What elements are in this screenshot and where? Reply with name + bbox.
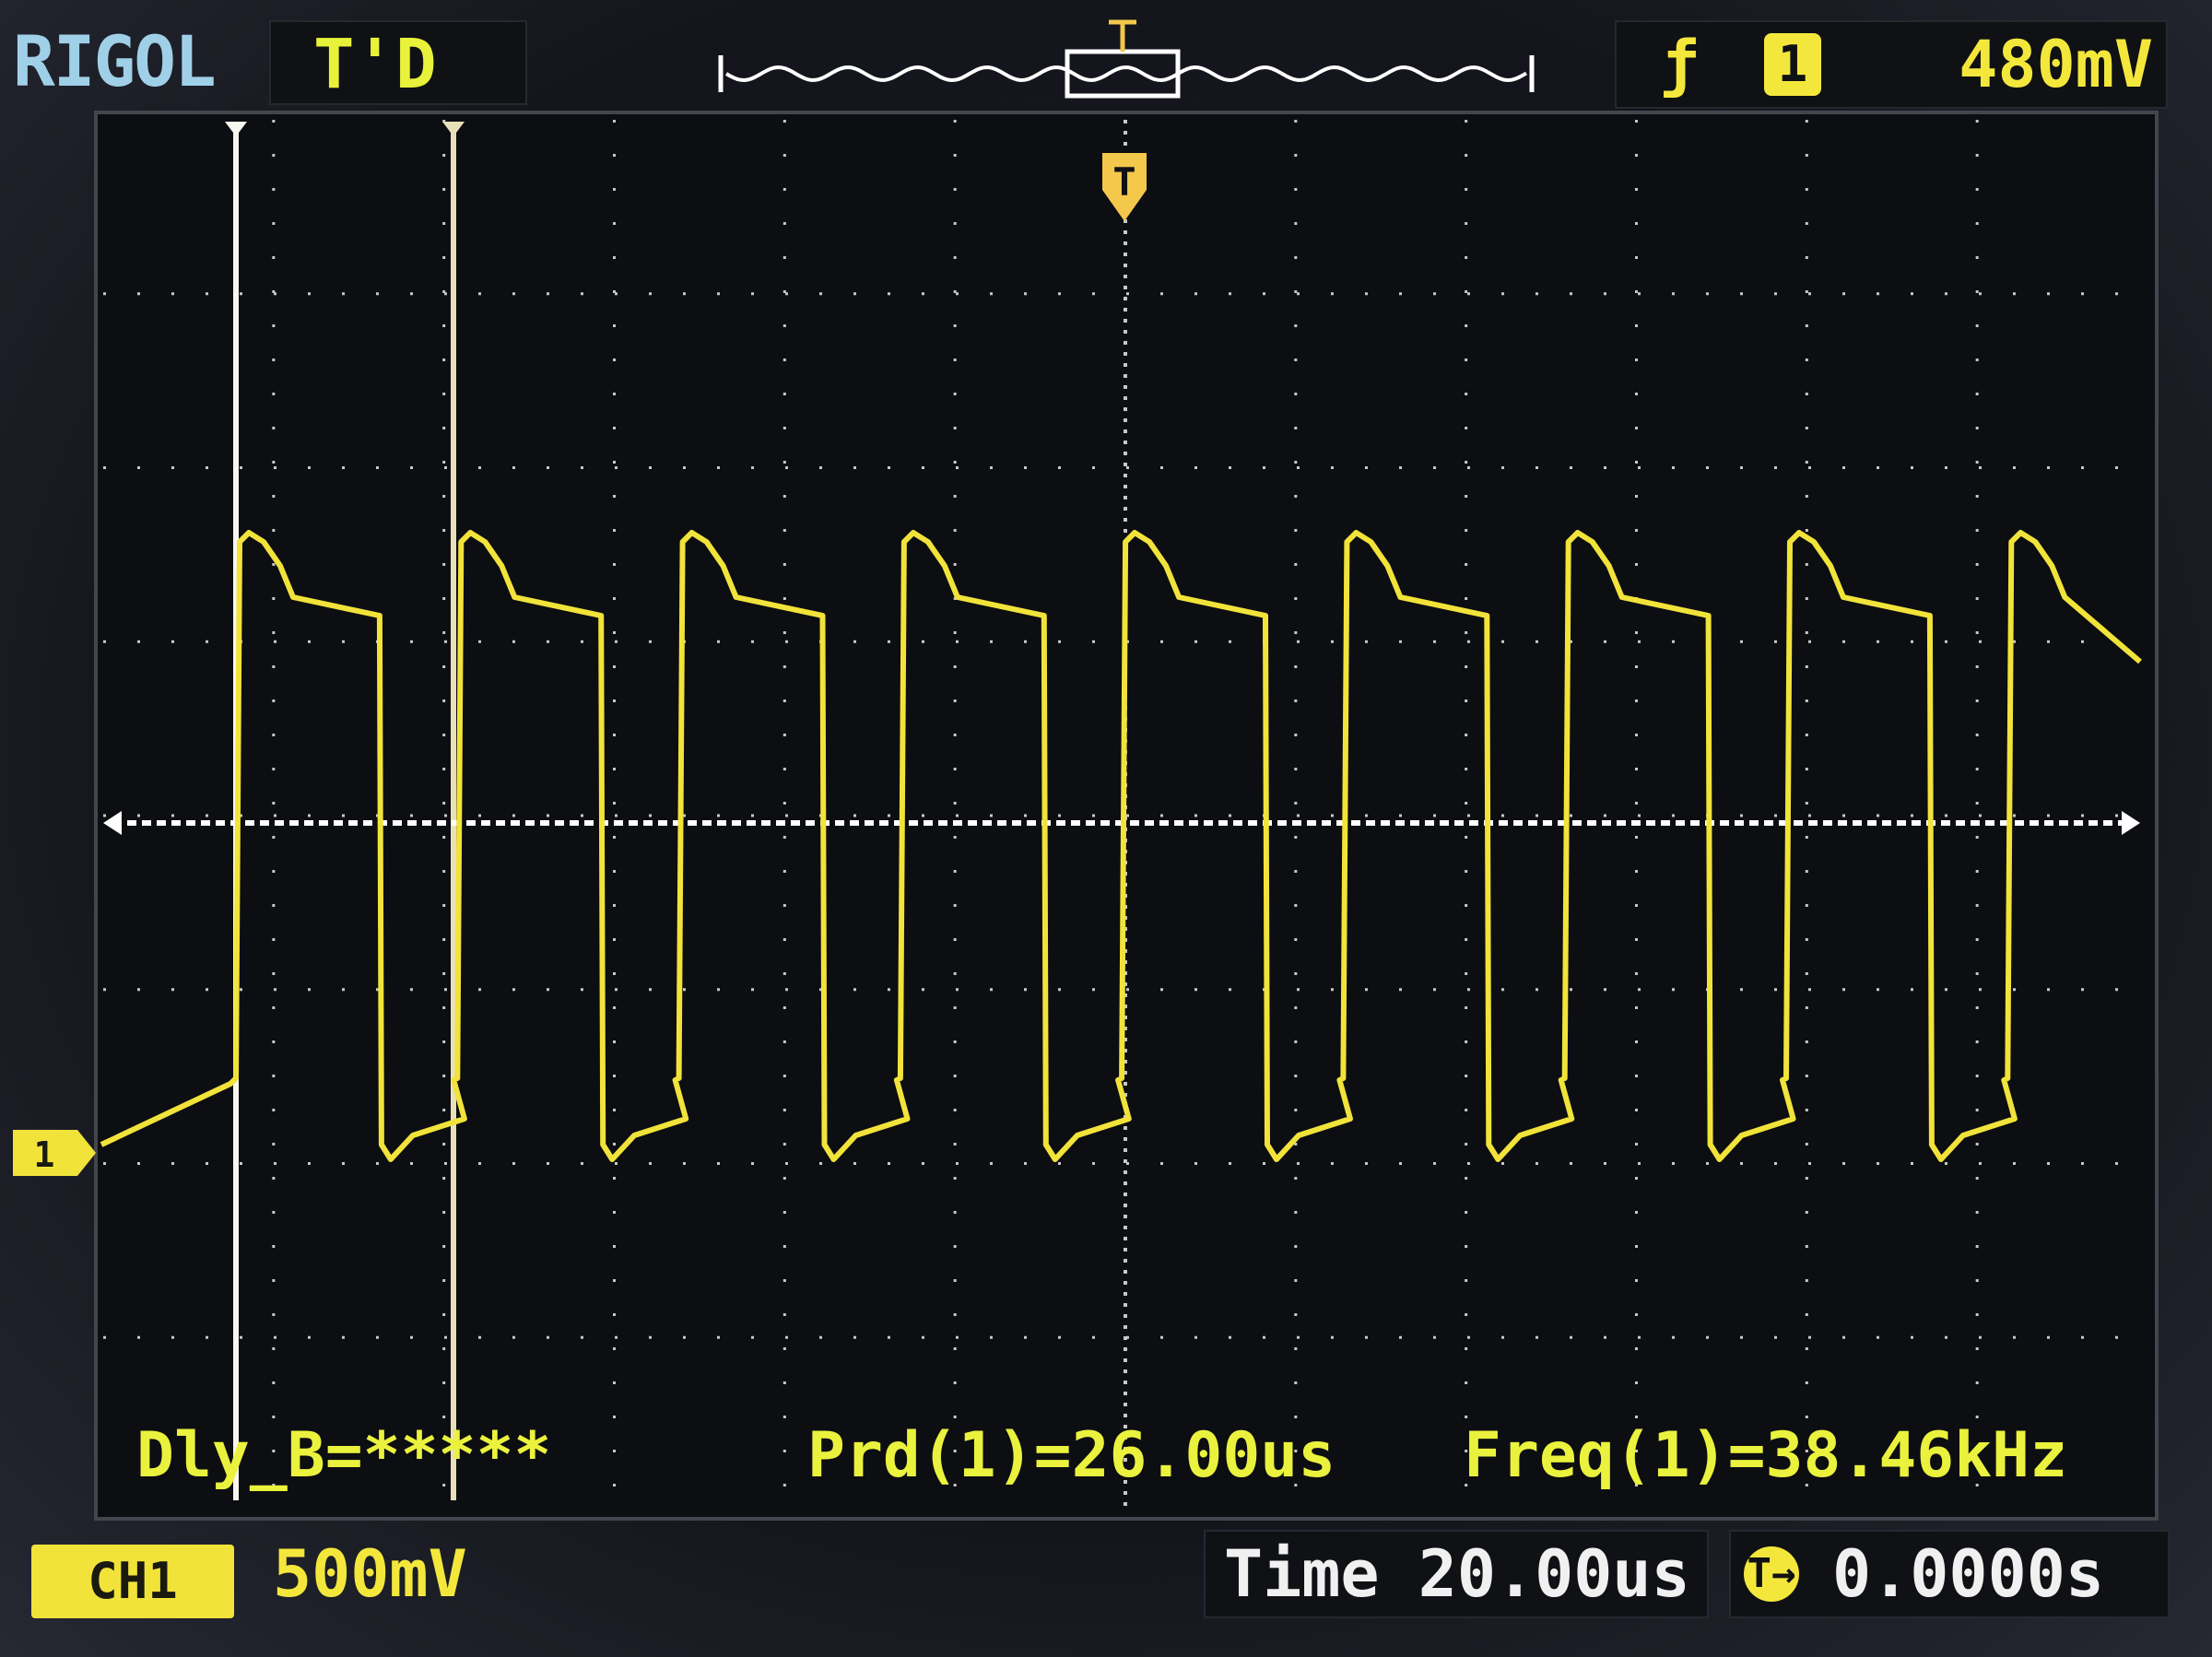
channel1-scale: 500mV: [273, 1536, 467, 1612]
period-measurement: Prd(1)=26.00us: [807, 1419, 1336, 1492]
trigger-offset-box[interactable]: T→ 0.0000s: [1729, 1530, 2170, 1618]
trigger-offset-icon: T→: [1744, 1546, 1799, 1602]
trigger-offset-value: 0.0000s: [1832, 1536, 2105, 1612]
svg-text:T: T: [1112, 159, 1135, 205]
channel1-badge[interactable]: CH1: [31, 1545, 234, 1618]
waveform-display: T 1: [13, 111, 2159, 1521]
frequency-measurement: Freq(1)=38.46kHz: [1464, 1419, 2068, 1492]
svg-text:1: 1: [34, 1134, 55, 1175]
timebase-value: Time 20.00us: [1224, 1536, 1690, 1612]
channel-ground-marker[interactable]: 1: [13, 1130, 96, 1176]
delay-measurement: Dly_B=*****: [136, 1419, 552, 1492]
timebase-box[interactable]: Time 20.00us: [1204, 1530, 1709, 1618]
